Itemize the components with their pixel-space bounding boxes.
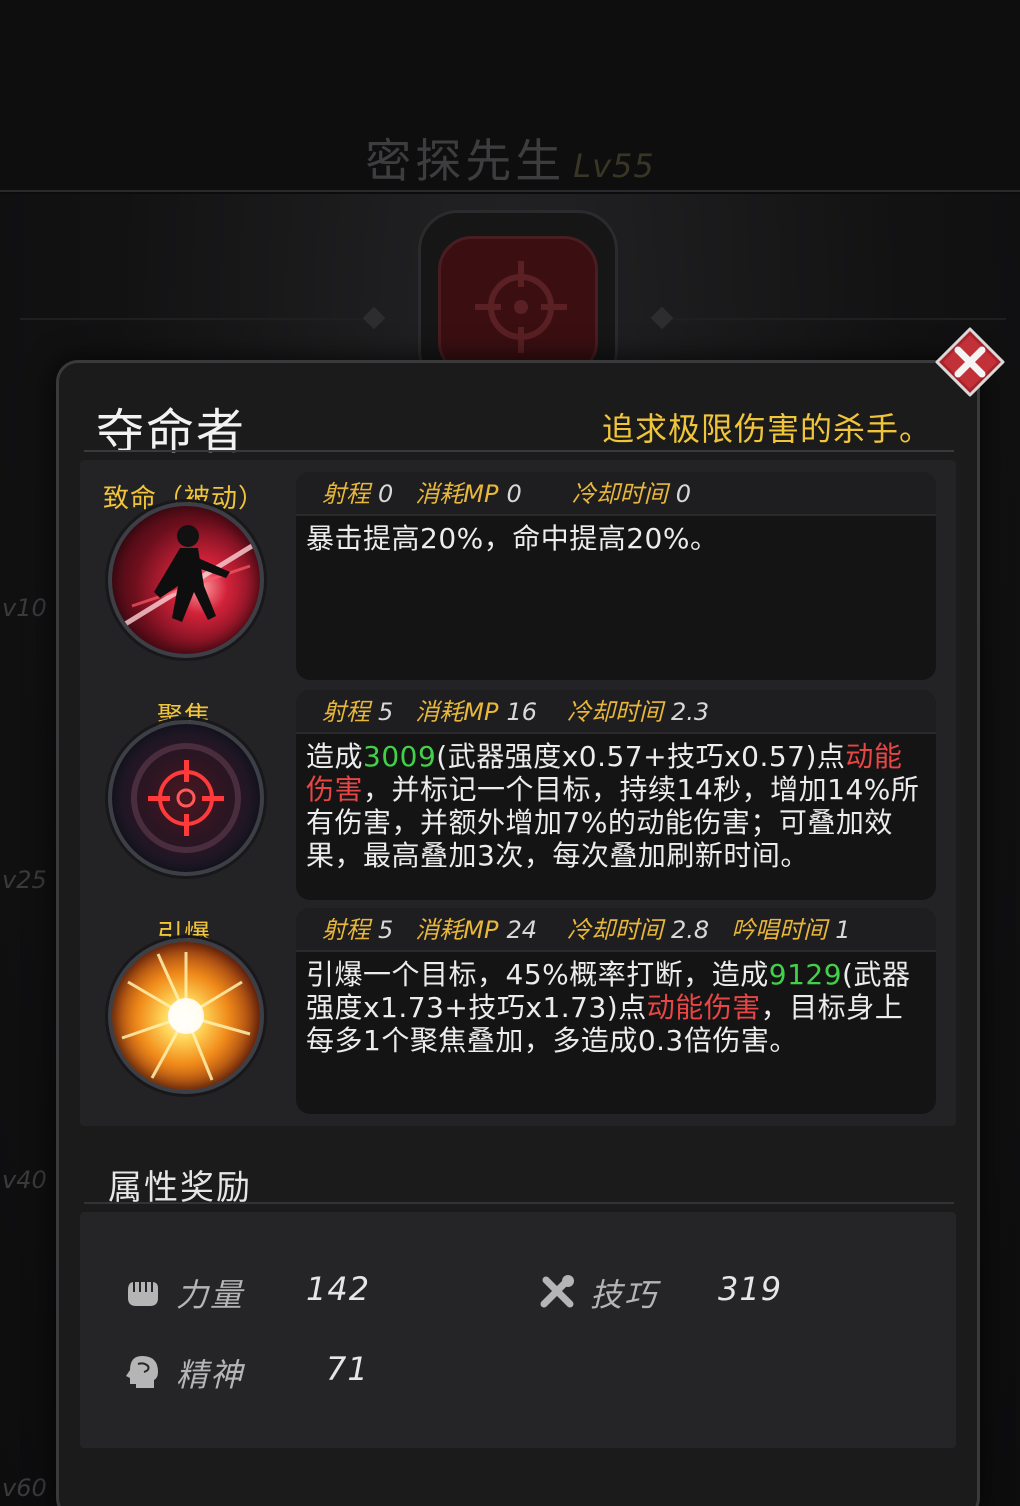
stat-value: 5 <box>378 916 394 944</box>
skill-description: 暴击提高20%，命中提高20%。 <box>296 516 936 555</box>
explosion-burst-icon <box>121 952 251 1081</box>
stat-label: 冷却时间 <box>567 698 664 726</box>
level-marker: v10 <box>2 594 47 622</box>
attributes-section <box>80 1212 956 1448</box>
game-screen: 密探先生 Lv55 v10 v25 v40 v60 夺命者 追求极限伤害的杀手。 … <box>0 0 1020 1506</box>
close-x-icon <box>935 327 1005 397</box>
close-button[interactable] <box>934 326 1006 398</box>
fist-icon <box>128 1282 158 1306</box>
stat-label: 消耗MP <box>415 480 499 508</box>
skill-card: 射程 0 消耗MP 0 冷却时间 0 暴击提高20%，命中提高20%。 <box>296 472 936 680</box>
stat-value: 2.8 <box>671 916 710 944</box>
crosshair-target-icon <box>131 743 241 853</box>
damage-value: 3009 <box>363 740 437 773</box>
level-marker: v40 <box>2 1166 47 1194</box>
damage-value: 9129 <box>768 958 843 991</box>
stat-value: 0 <box>506 480 522 508</box>
crosshair-icon <box>475 261 567 353</box>
skill-stats: 射程 5 消耗MP 16 冷却时间 2.3 <box>296 690 936 734</box>
skill-stats: 射程 5 消耗MP 24 冷却时间 2.8 吟唱时间 1 <box>296 908 936 952</box>
desc-text: ，并标记一个目标，持续14秒，增加14%所有伤害，并额外增加7%的动能伤害；可叠… <box>306 773 920 872</box>
skill-stats: 射程 0 消耗MP 0 冷却时间 0 <box>296 472 936 516</box>
assassin-slash-icon <box>120 525 254 629</box>
header-divider <box>84 450 954 452</box>
level-marker: v25 <box>2 866 47 894</box>
background-divider-right <box>666 318 1006 320</box>
stat-label: 冷却时间 <box>567 916 664 944</box>
stat-value: 24 <box>506 916 538 944</box>
desc-text: 暴击提高20%，命中提高20%。 <box>306 522 719 555</box>
character-name: 密探先生 <box>365 134 566 188</box>
skill-icon-focus[interactable] <box>108 720 264 876</box>
attributes-divider <box>84 1202 954 1204</box>
stat-label: 射程 <box>322 480 370 508</box>
background-class-badge[interactable] <box>438 236 598 376</box>
stat-value: 16 <box>506 698 538 726</box>
stat-label: 射程 <box>322 698 370 726</box>
stat-label: 射程 <box>322 916 370 944</box>
attribute-label: 技巧 <box>590 1276 659 1314</box>
attribute-value: 142 <box>306 1270 371 1308</box>
stat-label: 消耗MP <box>415 916 499 944</box>
damage-type: 动能伤害 <box>646 991 761 1024</box>
stat-value: 2.3 <box>671 698 710 726</box>
desc-text: 引爆一个目标，45%概率打断，造成 <box>306 958 769 991</box>
tools-icon <box>540 1275 574 1308</box>
attribute-label: 力量 <box>176 1276 245 1314</box>
brain-head-icon <box>126 1356 158 1388</box>
character-level: Lv55 <box>573 147 655 185</box>
stat-label: 吟唱时间 <box>731 916 828 944</box>
stat-value: 0 <box>675 480 692 508</box>
skill-icon-detonate[interactable] <box>108 938 264 1094</box>
skill-card: 射程 5 消耗MP 24 冷却时间 2.8 吟唱时间 1 引爆一个目标，45%概率打断，造成9… <box>296 908 936 1114</box>
attribute-value: 71 <box>326 1350 369 1388</box>
desc-text: (武器强度x0.57+技巧x0.57)点 <box>436 740 846 773</box>
stat-label: 冷却时间 <box>571 480 668 508</box>
attribute-label: 精神 <box>176 1356 245 1394</box>
skill-card: 射程 5 消耗MP 16 冷却时间 2.3 造成3009(武器强度x0.57+技巧x0.5… <box>296 690 936 900</box>
stat-value: 0 <box>378 480 394 508</box>
skill-description: 造成3009(武器强度x0.57+技巧x0.57)点动能伤害，并标记一个目标，持… <box>296 734 936 872</box>
attribute-value: 319 <box>718 1270 783 1308</box>
desc-text: 造成 <box>306 740 364 773</box>
stat-value: 5 <box>378 698 394 726</box>
stat-value: 1 <box>835 916 851 944</box>
skill-description: 引爆一个目标，45%概率打断，造成9129(武器强度x1.73+技巧x1.73)… <box>296 952 936 1057</box>
stat-label: 消耗MP <box>415 698 499 726</box>
class-description: 追求极限伤害的杀手。 <box>601 410 932 448</box>
skill-icon-lethal[interactable] <box>108 502 264 658</box>
level-marker: v60 <box>2 1474 47 1502</box>
background-character-title: 密探先生 Lv55 <box>0 125 1020 191</box>
background-divider-left <box>20 318 370 320</box>
